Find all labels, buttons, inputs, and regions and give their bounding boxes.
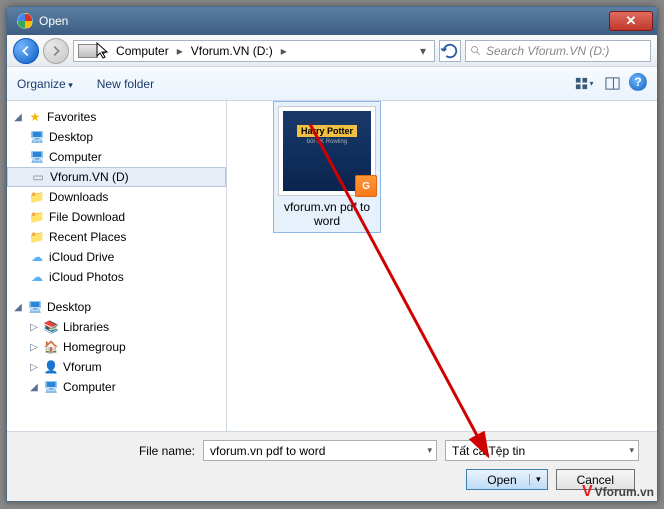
tree-item-computer-sub[interactable]: ◢🖥Computer — [7, 377, 226, 397]
toolbar: Organize New folder ▾ ? — [7, 67, 657, 101]
folder-icon: 📁 — [29, 209, 45, 225]
breadcrumb-sep: ▸ — [279, 44, 289, 58]
open-dialog: Open ✕ ▸ Computer ▸ Vforum.VN (D:) ▸ ▾ S… — [6, 6, 658, 502]
tree-item-vforum-user[interactable]: ▷👤Vforum — [7, 357, 226, 377]
computer-icon: 🖥 — [29, 149, 45, 165]
watermark: VVforum.vn — [582, 483, 654, 501]
breadcrumb-seg-0[interactable]: Computer — [110, 41, 175, 61]
chrome-icon — [17, 13, 33, 29]
tree-item-homegroup[interactable]: ▷🏠Homegroup — [7, 337, 226, 357]
desktop-icon: 🖥 — [29, 129, 45, 145]
libraries-icon: 📚 — [43, 319, 59, 335]
breadcrumb-sep: ▸ — [175, 44, 185, 58]
folder-icon: 📁 — [29, 189, 45, 205]
close-button[interactable]: ✕ — [609, 11, 653, 31]
tree-item-icloud-drive[interactable]: ☁iCloud Drive — [7, 247, 226, 267]
view-mode-button[interactable]: ▾ — [573, 73, 595, 95]
tree-item-file-download[interactable]: 📁File Download — [7, 207, 226, 227]
open-button[interactable]: Open — [466, 469, 547, 490]
file-name-input[interactable]: vforum.vn pdf to word — [203, 440, 437, 461]
refresh-button[interactable] — [439, 40, 461, 62]
tree-item-icloud-photos[interactable]: ☁iCloud Photos — [7, 267, 226, 287]
search-placeholder: Search Vforum.VN (D:) — [486, 44, 609, 58]
user-icon: 👤 — [43, 359, 59, 375]
computer-icon: 🖥 — [43, 379, 59, 395]
tree-item-recent-places[interactable]: 📁Recent Places — [7, 227, 226, 247]
pdf-badge-icon: G — [355, 175, 377, 197]
collapse-icon[interactable]: ◢ — [13, 302, 23, 313]
star-icon: ★ — [27, 109, 43, 125]
back-button[interactable] — [13, 38, 39, 64]
breadcrumb-seg-1[interactable]: Vforum.VN (D:) — [185, 41, 279, 61]
search-input[interactable]: Search Vforum.VN (D:) — [465, 40, 651, 62]
help-button[interactable]: ? — [629, 73, 647, 91]
tree-item-vforum-drive[interactable]: ▭Vforum.VN (D) — [7, 167, 226, 187]
dialog-body: ◢★Favorites 🖥Desktop 🖥Computer ▭Vforum.V… — [7, 101, 657, 431]
nav-tree[interactable]: ◢★Favorites 🖥Desktop 🖥Computer ▭Vforum.V… — [7, 101, 227, 431]
tree-item-libraries[interactable]: ▷📚Libraries — [7, 317, 226, 337]
tree-item-computer[interactable]: 🖥Computer — [7, 147, 226, 167]
collapse-icon[interactable]: ◢ — [29, 382, 39, 393]
new-folder-button[interactable]: New folder — [97, 77, 154, 91]
preview-pane-button[interactable] — [601, 73, 623, 95]
drive-icon — [78, 44, 98, 58]
expand-icon[interactable]: ▷ — [29, 322, 39, 333]
file-item-selected[interactable]: Harry Potter bởi JK Rowling G vforum.vn … — [273, 101, 381, 233]
cloud-icon: ☁ — [29, 269, 45, 285]
tree-item-desktop[interactable]: 🖥Desktop — [7, 127, 226, 147]
tree-item-downloads[interactable]: 📁Downloads — [7, 187, 226, 207]
window-title: Open — [39, 14, 609, 28]
file-thumbnail: Harry Potter bởi JK Rowling G — [278, 106, 376, 196]
folder-icon: 📁 — [29, 229, 45, 245]
tree-desktop-root[interactable]: ◢🖥Desktop — [7, 297, 226, 317]
homegroup-icon: 🏠 — [43, 339, 59, 355]
desktop-icon: 🖥 — [27, 299, 43, 315]
collapse-icon[interactable]: ◢ — [13, 112, 23, 123]
file-list[interactable]: Harry Potter bởi JK Rowling G vforum.vn … — [227, 101, 657, 431]
forward-button[interactable] — [43, 38, 69, 64]
thumb-title: Harry Potter — [297, 125, 357, 137]
breadcrumb-dropdown[interactable]: ▾ — [414, 44, 432, 58]
tree-favorites[interactable]: ◢★Favorites — [7, 107, 226, 127]
expand-icon[interactable]: ▷ — [29, 342, 39, 353]
cloud-icon: ☁ — [29, 249, 45, 265]
drive-icon: ▭ — [30, 169, 46, 185]
file-name-label: vforum.vn pdf to word — [278, 200, 376, 228]
expand-icon[interactable]: ▷ — [29, 362, 39, 373]
titlebar[interactable]: Open ✕ — [7, 7, 657, 35]
organize-menu[interactable]: Organize — [17, 77, 73, 91]
file-name-caption: File name: — [19, 444, 195, 458]
cursor-icon — [96, 42, 114, 60]
file-type-filter[interactable]: Tất cả Tệp tin — [445, 440, 639, 461]
breadcrumb[interactable]: ▸ Computer ▸ Vforum.VN (D:) ▸ ▾ — [73, 40, 435, 62]
search-icon — [470, 45, 482, 57]
dialog-footer: File name: vforum.vn pdf to word Tất cả … — [7, 431, 657, 501]
